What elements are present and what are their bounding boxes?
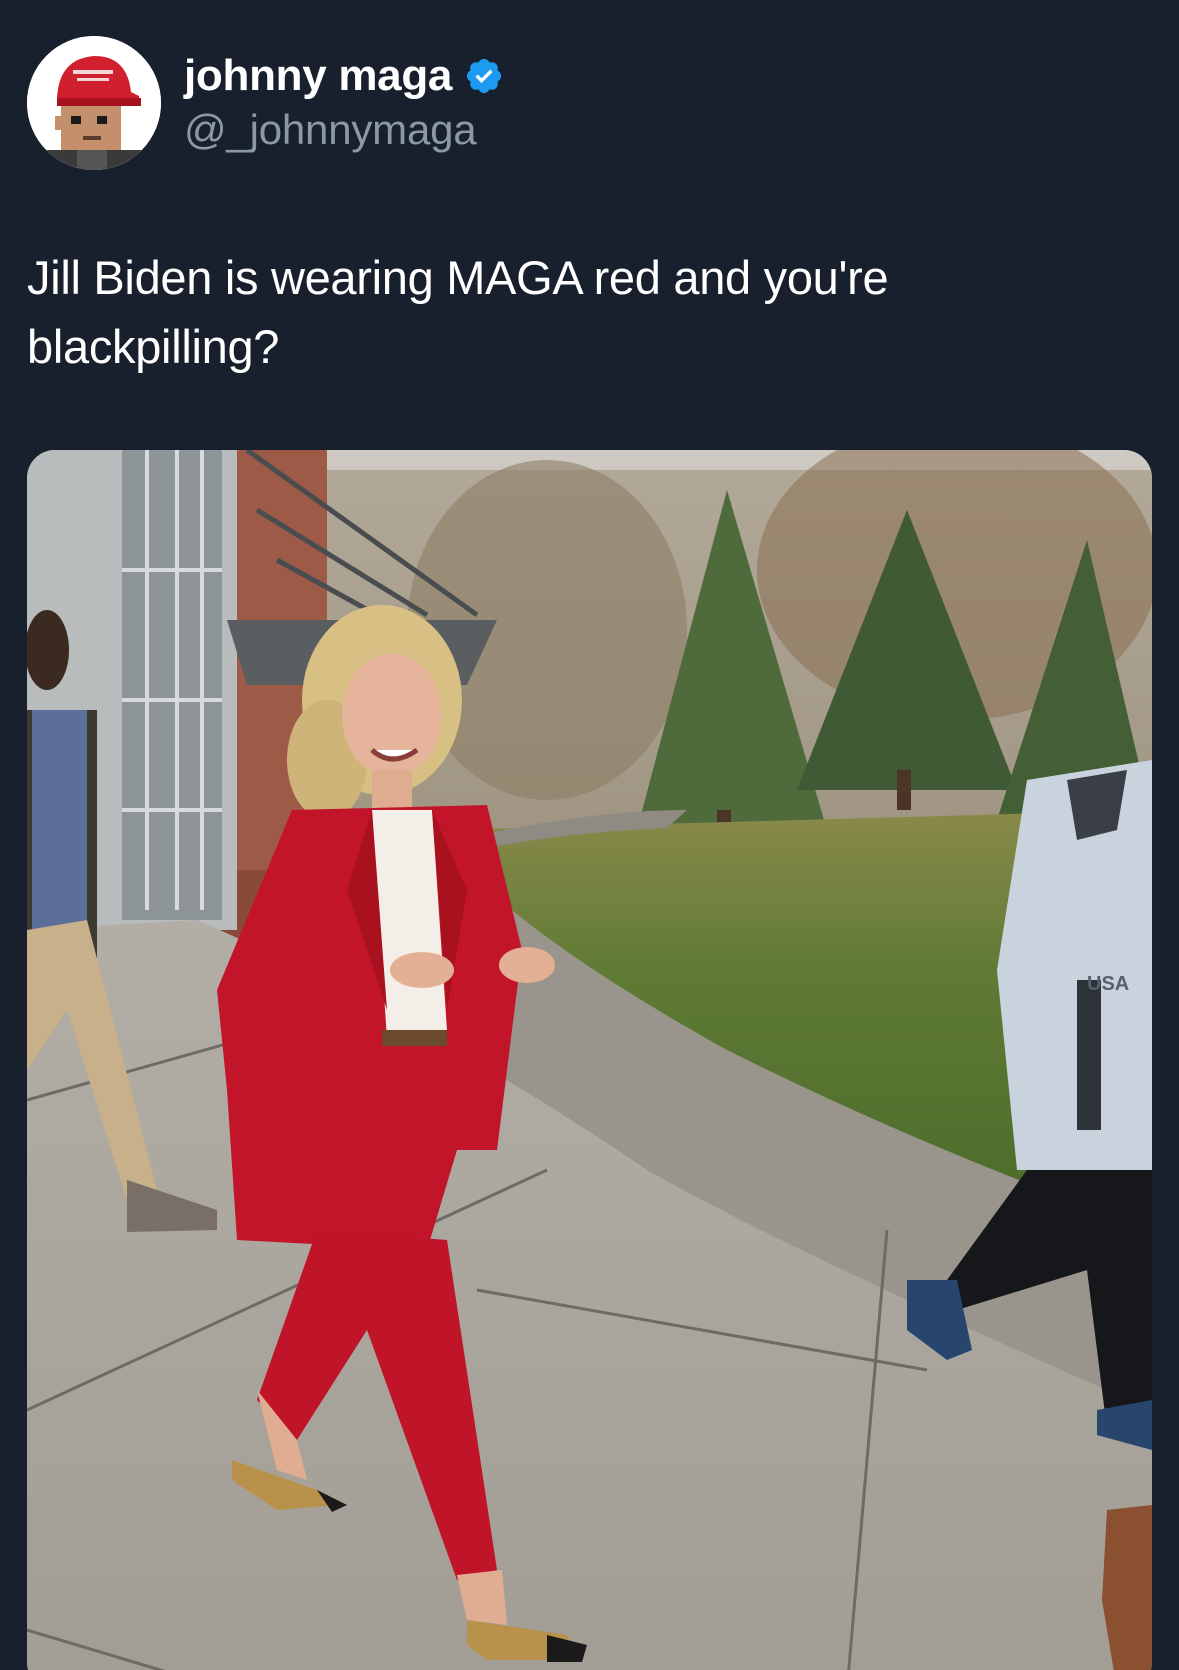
tweet-text: Jill Biden is wearing MAGA red and you'r… (27, 251, 889, 373)
author-info: johnny maga @_johnnymaga (184, 48, 504, 154)
tweet-photo[interactable]: USA (27, 450, 1152, 1670)
photo-scene: USA (27, 450, 1152, 1670)
user-handle[interactable]: @_johnnymaga (184, 106, 504, 154)
avatar-pixel-art-icon (27, 36, 161, 170)
display-name[interactable]: johnny maga (184, 51, 452, 101)
tweet-card[interactable]: johnny maga @_johnnymaga Jill Biden is w… (0, 0, 1179, 1670)
hoodie-text: USA (1087, 973, 1129, 995)
avatar[interactable] (27, 36, 161, 170)
verified-badge-icon (464, 56, 504, 96)
